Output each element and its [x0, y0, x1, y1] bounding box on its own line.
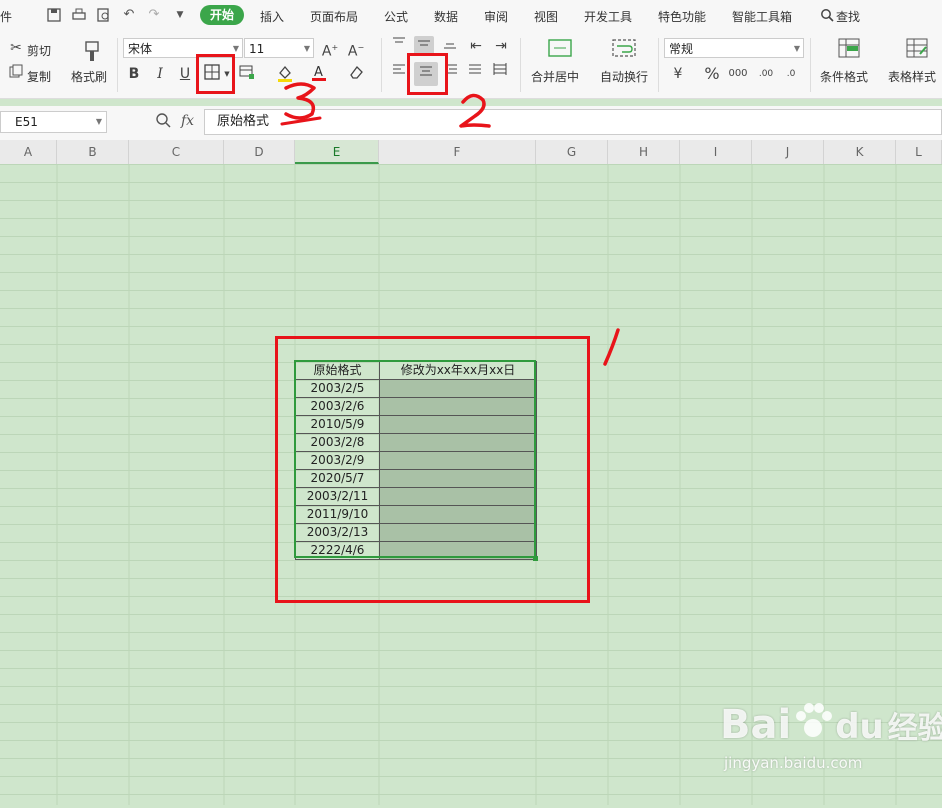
tab-review[interactable]: 审阅 — [484, 8, 508, 25]
column-header-e[interactable]: E — [295, 140, 379, 164]
svg-text:1: 1 — [596, 365, 597, 367]
align-left-icon[interactable] — [389, 62, 409, 82]
ribbon-separator — [381, 38, 382, 92]
watermark-brand-suffix: du — [835, 707, 884, 747]
svg-text:A: A — [314, 65, 323, 80]
watermark-url: jingyan.baidu.com — [724, 754, 863, 772]
copy-button[interactable]: 复制 — [27, 68, 51, 85]
number-format-select[interactable]: 常规 ▼ — [664, 38, 804, 58]
svg-text:2: 2 — [455, 130, 456, 132]
column-header-j[interactable]: J — [752, 140, 824, 164]
search-label[interactable]: 查找 — [836, 8, 860, 25]
wrap-text-button[interactable]: 自动换行 — [600, 68, 648, 85]
copy-icon[interactable] — [6, 64, 26, 84]
conditional-format-icon[interactable] — [836, 38, 862, 64]
chevron-down-icon: ▼ — [303, 44, 310, 53]
cell-style-icon[interactable] — [237, 64, 257, 84]
file-menu[interactable]: 件 — [0, 8, 12, 25]
column-header-h[interactable]: H — [608, 140, 680, 164]
tab-insert[interactable]: 插入 — [260, 8, 284, 25]
paw-logo-icon — [796, 703, 833, 737]
tab-developer[interactable]: 开发工具 — [584, 8, 632, 25]
annotation-number-2: 2 — [455, 93, 491, 132]
chevron-down-icon: ▼ — [95, 117, 102, 126]
wrap-text-icon[interactable] — [611, 38, 637, 64]
column-header-k[interactable]: K — [824, 140, 896, 164]
print-icon[interactable] — [72, 8, 86, 22]
increase-indent-icon[interactable]: ⇥ — [491, 36, 511, 56]
cut-button[interactable]: 剪切 — [27, 42, 51, 59]
decrease-decimal-icon[interactable]: .0 — [781, 64, 801, 84]
conditional-format-button[interactable]: 条件格式 — [820, 68, 868, 85]
column-header-l[interactable]: L — [896, 140, 942, 164]
thousands-separator-icon[interactable]: 000 — [728, 64, 748, 84]
annotation-number-3: 3 — [280, 82, 322, 126]
decrease-indent-icon[interactable]: ⇤ — [466, 36, 486, 56]
save-icon[interactable] — [47, 8, 61, 22]
column-header-f[interactable]: F — [379, 140, 536, 164]
column-header-i[interactable]: I — [680, 140, 752, 164]
ribbon-separator — [117, 38, 118, 92]
baidu-watermark: Bai du 经验 jingyan.baidu.com — [720, 700, 942, 772]
tab-formulas[interactable]: 公式 — [384, 8, 408, 25]
column-header-row: A B C D E F G H I J K L — [0, 140, 942, 165]
zoom-icon[interactable] — [153, 112, 173, 132]
formula-value: 原始格式 — [217, 114, 270, 129]
column-header-d[interactable]: D — [224, 140, 295, 164]
tab-view[interactable]: 视图 — [534, 8, 558, 25]
table-style-button[interactable]: 表格样式 — [888, 68, 936, 85]
column-header-a[interactable]: A — [0, 140, 57, 164]
currency-icon[interactable]: ¥ — [668, 64, 688, 84]
tab-home[interactable]: 开始 — [200, 5, 244, 25]
tab-data[interactable]: 数据 — [434, 8, 458, 25]
ribbon-separator — [810, 38, 811, 92]
watermark-brand: Bai — [720, 702, 792, 748]
undo-icon[interactable]: ↶ — [122, 8, 136, 22]
print-preview-icon[interactable] — [97, 8, 111, 22]
annotation-box-table — [275, 336, 590, 603]
annotation-box-borders — [196, 54, 235, 94]
decrease-font-size-icon[interactable]: A− — [346, 38, 366, 60]
tab-smart-toolbox[interactable]: 智能工具箱 — [732, 8, 792, 25]
ribbon-separator — [520, 38, 521, 92]
number-format-value: 常规 — [669, 42, 694, 56]
font-size-value: 11 — [249, 42, 265, 56]
scissors-icon[interactable]: ✂ — [6, 38, 26, 58]
column-header-c[interactable]: C — [129, 140, 224, 164]
fx-icon[interactable]: fx — [181, 113, 194, 129]
column-header-g[interactable]: G — [536, 140, 608, 164]
format-painter-icon[interactable] — [79, 40, 105, 66]
watermark-product: 经验 — [887, 711, 942, 746]
underline-button[interactable]: U — [175, 64, 195, 84]
bold-button[interactable]: B — [124, 64, 144, 84]
ribbon-separator — [658, 38, 659, 92]
percent-icon[interactable]: % — [702, 64, 722, 84]
column-header-b[interactable]: B — [57, 140, 129, 164]
chevron-down-icon: ▼ — [793, 44, 800, 53]
increase-font-size-icon[interactable]: A+ — [320, 38, 340, 60]
table-style-icon[interactable] — [904, 38, 930, 64]
name-box-value: E51 — [15, 115, 38, 129]
font-name-value: 宋体 — [128, 42, 153, 56]
name-box[interactable]: E51 ▼ — [0, 111, 107, 133]
annotation-box-align-center — [407, 53, 448, 95]
search-icon[interactable] — [820, 8, 834, 22]
font-size-select[interactable]: 11 ▼ — [244, 38, 314, 58]
justify-icon[interactable] — [465, 62, 485, 82]
redo-icon[interactable]: ↷ — [147, 8, 161, 22]
tab-special-features[interactable]: 特色功能 — [658, 8, 706, 25]
merge-center-icon[interactable] — [547, 38, 573, 64]
eraser-icon[interactable] — [346, 64, 366, 84]
increase-decimal-icon[interactable]: .00 — [756, 64, 776, 84]
italic-button[interactable]: I — [150, 64, 170, 84]
tab-page-layout[interactable]: 页面布局 — [310, 8, 358, 25]
format-painter-button[interactable]: 格式刷 — [71, 68, 107, 85]
merge-center-button[interactable]: 合并居中 — [531, 68, 579, 85]
menu-bar: 件 ↶ ↷ ▼ 开始 插入 页面布局 公式 数据 审阅 视图 开发工具 特色功能… — [0, 0, 942, 32]
align-top-icon[interactable] — [389, 36, 409, 56]
distributed-align-icon[interactable] — [490, 62, 510, 82]
annotation-number-1: 1 — [596, 328, 620, 367]
quick-access-dropdown-icon[interactable]: ▼ — [173, 8, 187, 22]
